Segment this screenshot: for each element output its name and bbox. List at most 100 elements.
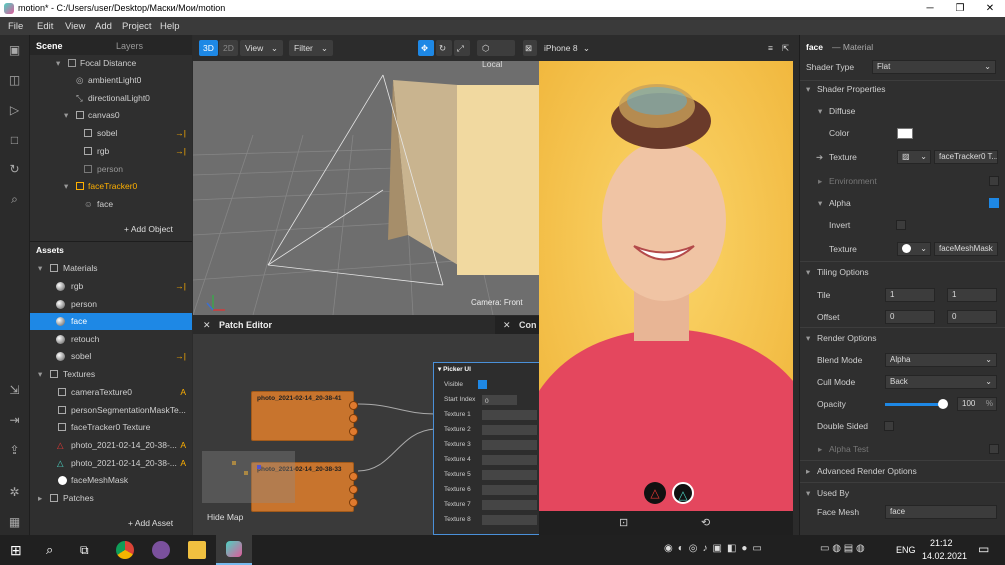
menu-icon[interactable]: ≡ <box>763 40 778 56</box>
shader-type-dropdown[interactable]: Flat ⌄ <box>872 60 996 74</box>
mode-2d-button[interactable]: 2D <box>219 40 238 56</box>
simulator-close-icon[interactable]: ⊠ <box>523 40 537 56</box>
popout-icon[interactable]: ⇱ <box>777 40 794 56</box>
material-rgb[interactable]: rgb →| <box>30 278 192 295</box>
language-indicator[interactable]: ENG <box>896 545 916 555</box>
chrome-icon[interactable] <box>116 541 134 559</box>
view-dropdown[interactable]: View ⌄ <box>240 40 283 56</box>
material-retouch[interactable]: retouch <box>30 331 192 348</box>
alpha-checkbox[interactable] <box>989 198 999 208</box>
play-icon[interactable]: ▷ <box>7 103 22 118</box>
invert-checkbox[interactable] <box>896 220 906 230</box>
menu-project[interactable]: Project <box>122 21 152 32</box>
texture-value[interactable]: faceTracker0 T... <box>934 150 998 164</box>
scale-tool-icon[interactable]: ⤢ <box>454 40 470 56</box>
folder-patches[interactable]: ▸ Patches <box>30 490 192 507</box>
windows-start-icon[interactable]: ⊞ <box>10 541 28 559</box>
tree-item-rgb[interactable]: rgb →| <box>30 143 192 160</box>
offset-y-field[interactable]: 0 <box>947 310 997 324</box>
material-person[interactable]: person <box>30 296 192 313</box>
effect-picker-red-icon[interactable]: △ <box>644 482 666 504</box>
expand-icon[interactable]: ▾ <box>818 193 822 213</box>
expand-icon[interactable]: ▸ <box>38 490 42 507</box>
render-options-header[interactable]: ▾ Render Options <box>800 328 1005 348</box>
add-object-button[interactable]: + Add Object <box>30 221 192 238</box>
expand-icon[interactable]: ▸ <box>806 461 810 481</box>
opacity-slider-track[interactable] <box>885 403 943 406</box>
rotate-device-icon[interactable]: ⟲ <box>701 516 710 529</box>
picker-ui-node[interactable]: ▾ Picker UI Visible Start Index 0 Textur… <box>433 362 539 535</box>
add-asset-button[interactable]: + Add Asset <box>30 515 192 532</box>
expand-icon[interactable]: ▾ <box>806 483 810 503</box>
texture-face-mesh-mask[interactable]: faceMeshMask <box>30 472 192 489</box>
link-arrow-icon[interactable]: ➔ <box>816 147 823 167</box>
tiling-options-header[interactable]: ▾ Tiling Options <box>800 262 1005 282</box>
texture-slot[interactable] <box>482 425 537 435</box>
face-mesh-field[interactable]: face <box>885 505 997 519</box>
search-icon[interactable]: ⌕ <box>7 192 22 207</box>
refresh-icon[interactable]: ↻ <box>7 162 22 177</box>
expand-icon[interactable]: ▾ <box>806 262 810 282</box>
environment-checkbox[interactable] <box>989 176 999 186</box>
viewport[interactable]: Camera: Front <box>193 35 539 315</box>
filter-dropdown[interactable]: Filter ⌄ <box>289 40 333 56</box>
simulator-preview[interactable]: △ △ <box>539 61 793 511</box>
texture-camera[interactable]: cameraTexture0 A <box>30 384 192 401</box>
effect-picker-teal-icon[interactable]: △ <box>672 482 694 504</box>
color-swatch[interactable] <box>897 128 913 139</box>
maximize-icon[interactable]: ❐ <box>945 0 975 17</box>
alpha-row[interactable]: ▾ Alpha <box>800 193 1005 213</box>
blend-mode-dropdown[interactable]: Alpha ⌄ <box>885 353 997 367</box>
mini-map[interactable] <box>202 451 295 503</box>
close-console-icon[interactable]: ✕ <box>503 320 511 331</box>
expand-icon[interactable]: ▾ <box>56 55 60 72</box>
alpha-texture-thumb-dropdown[interactable]: ⌄ <box>897 242 931 256</box>
tab-layers[interactable]: Layers <box>116 41 143 51</box>
tray-extra-icons[interactable]: ▭ ◍ ▤ ◍ <box>820 543 865 554</box>
tile-x-field[interactable]: 1 <box>885 288 935 302</box>
opacity-slider-handle[interactable] <box>938 399 948 409</box>
tree-item-sobel[interactable]: sobel →| <box>30 125 192 142</box>
output-port[interactable] <box>349 401 358 410</box>
output-port[interactable] <box>349 485 358 494</box>
alpha-texture-value[interactable]: faceMeshMask <box>934 242 998 256</box>
advanced-render-header[interactable]: ▸ Advanced Render Options <box>800 461 1005 481</box>
texture-slot[interactable] <box>482 515 537 525</box>
shader-properties-header[interactable]: ▾ Shader Properties <box>800 79 1005 99</box>
expand-icon[interactable]: ▾ <box>64 178 68 195</box>
close-icon[interactable]: ✕ <box>975 0 1005 17</box>
alpha-test-row[interactable]: ▸ Alpha Test <box>800 439 1005 459</box>
tile-y-field[interactable]: 1 <box>947 288 997 302</box>
texture-slot[interactable] <box>482 440 537 450</box>
output-port[interactable] <box>349 472 358 481</box>
expand-icon[interactable]: ▾ <box>64 107 68 124</box>
clock-date[interactable]: 14.02.2021 <box>922 551 967 561</box>
viber-icon[interactable] <box>152 541 170 559</box>
tree-item-directional-light[interactable]: ⤡ directionalLight0 <box>30 90 192 107</box>
texture-slot[interactable] <box>482 485 537 495</box>
double-sided-checkbox[interactable] <box>884 421 894 431</box>
tree-item-person[interactable]: person <box>30 161 192 178</box>
menu-help[interactable]: Help <box>160 21 180 32</box>
menu-edit[interactable]: Edit <box>37 21 53 32</box>
patch-arrow-icon[interactable]: →| <box>175 143 186 160</box>
output-port[interactable] <box>349 427 358 436</box>
cull-mode-dropdown[interactable]: Back ⌄ <box>885 375 997 389</box>
tree-item-ambient-light[interactable]: ◎ ambientLight0 <box>30 72 192 89</box>
notification-icon[interactable]: ▭ <box>978 542 989 556</box>
device-dropdown[interactable]: iPhone 8 ⌄ <box>539 40 595 56</box>
tree-item-canvas[interactable]: ▾ canvas0 <box>30 107 192 124</box>
clock-time[interactable]: 21:12 <box>930 538 953 548</box>
opacity-field[interactable]: 100% <box>957 397 997 411</box>
hide-map-button[interactable]: Hide Map <box>207 512 243 522</box>
diffuse-header[interactable]: ▾ Diffuse <box>800 101 1005 121</box>
expand-icon[interactable]: ▾ <box>818 101 822 121</box>
environment-row[interactable]: ▸ Environment <box>800 171 1005 191</box>
folder-materials[interactable]: ▾ Materials <box>30 260 192 277</box>
minimize-icon[interactable]: ─ <box>915 0 945 17</box>
patch-arrow-icon[interactable]: →| <box>175 125 186 142</box>
texture-photo-33[interactable]: △ photo_2021-02-14_20-38-... A <box>30 455 192 472</box>
upload-icon[interactable]: ⇪ <box>7 443 22 458</box>
tab-console[interactable]: ✕ Con <box>495 316 539 334</box>
texture-slot[interactable] <box>482 470 537 480</box>
